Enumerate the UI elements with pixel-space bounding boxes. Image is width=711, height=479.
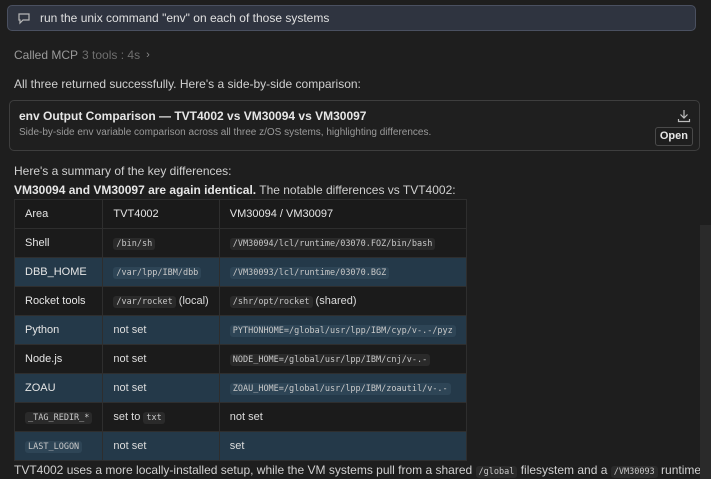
identical-bold: VM30094 and VM30097 are again identical.: [14, 183, 257, 197]
user-prompt[interactable]: run the unix command "env" on each of th…: [7, 5, 696, 31]
called-mcp-toggle[interactable]: Called MCP 3 tools : 4s ›: [14, 48, 150, 62]
code-value: /shr/opt/rocket: [229, 296, 313, 308]
cell-vm: /shr/opt/rocket (shared): [218, 286, 467, 316]
code-value: /VM30094/lcl/runtime/03070.FOZ/bin/bash: [229, 238, 436, 250]
cell-tvt: /var/lpp/IBM/dbb: [102, 257, 220, 287]
cell-area: Node.js: [13, 344, 104, 374]
cell-tvt: /bin/sh: [102, 228, 220, 258]
prompt-text: run the unix command "env" on each of th…: [40, 11, 330, 25]
header-area: Area: [13, 199, 104, 229]
chevron-right-icon: ›: [146, 49, 150, 61]
cell-tvt: /var/rocket (local): [102, 286, 220, 316]
code-value: LAST_LOGON: [25, 441, 83, 453]
code-value: ZOAU_HOME=/global/usr/lpp/IBM/zoautil/v-…: [229, 383, 451, 395]
cell-vm: NODE_HOME=/global/usr/lpp/IBM/cnj/v-.-: [218, 344, 467, 374]
cell-note: (local): [175, 295, 209, 307]
code-value: /bin/sh: [113, 238, 156, 250]
cell-tvt: not set: [102, 344, 220, 374]
cell-area: DBB_HOME: [13, 257, 104, 287]
cell-area: _TAG_REDIR_*: [13, 402, 104, 432]
open-button[interactable]: Open: [654, 127, 693, 146]
code-value: PYTHONHOME=/global/usr/lpp/IBM/cyp/v-.-/…: [229, 325, 456, 337]
table-row: Shell /bin/sh /VM30094/lcl/runtime/03070…: [13, 228, 467, 258]
download-icon[interactable]: [677, 109, 691, 123]
code-value: /var/lpp/IBM/dbb: [113, 267, 202, 279]
artifact-card[interactable]: env Output Comparison — TVT4002 vs VM300…: [9, 100, 700, 151]
intro-text: All three returned successfully. Here's …: [14, 77, 361, 91]
table-row: Python not set PYTHONHOME=/global/usr/lp…: [13, 315, 467, 345]
cell-tvt: not set: [102, 431, 220, 461]
cell-tvt: not set: [102, 315, 220, 345]
cell-vm: not set: [218, 402, 467, 432]
code-value: NODE_HOME=/global/usr/lpp/IBM/cnj/v-.-: [229, 354, 431, 366]
table-row: ZOAU not set ZOAU_HOME=/global/usr/lpp/I…: [13, 373, 467, 403]
code-value: /VM30093: [610, 466, 658, 478]
table-header: Area TVT4002 VM30094 / VM30097: [13, 199, 467, 229]
cell-vm: PYTHONHOME=/global/usr/lpp/IBM/cyp/v-.-/…: [218, 315, 467, 345]
cell-area: Rocket tools: [13, 286, 104, 316]
cell-area: Python: [13, 315, 104, 345]
code-value: /VM30093/lcl/runtime/03070.BGZ: [229, 267, 390, 279]
table-row: DBB_HOME /var/lpp/IBM/dbb /VM30093/lcl/r…: [13, 257, 467, 287]
cell-area: LAST_LOGON: [13, 431, 104, 461]
cell-prefix: set to: [113, 411, 144, 423]
summary-text: Here's a summary of the key differences:: [14, 164, 232, 178]
table-row: _TAG_REDIR_* set to txt not set: [13, 402, 467, 432]
header-tvt: TVT4002: [102, 199, 220, 229]
cell-vm: /VM30093/lcl/runtime/03070.BGZ: [218, 257, 467, 287]
cell-vm: ZOAU_HOME=/global/usr/lpp/IBM/zoautil/v-…: [218, 373, 467, 403]
cell-area: ZOAU: [13, 373, 104, 403]
identical-rest: The notable differences vs TVT4002:: [256, 183, 456, 197]
cell-tvt: not set: [102, 373, 220, 403]
artifact-title: env Output Comparison — TVT4002 vs VM300…: [19, 109, 367, 123]
cell-area: Shell: [13, 228, 104, 258]
cell-vm: /VM30094/lcl/runtime/03070.FOZ/bin/bash: [218, 228, 467, 258]
footer-part1: TVT4002 uses a more locally-installed se…: [14, 463, 476, 477]
message-icon: [18, 13, 30, 25]
code-value: txt: [143, 412, 165, 424]
code-value: /global: [475, 466, 518, 478]
table-row: Node.js not set NODE_HOME=/global/usr/lp…: [13, 344, 467, 374]
scrollbar[interactable]: [700, 225, 711, 479]
cell-vm: set: [218, 431, 467, 461]
artifact-description: Side-by-side env variable comparison acr…: [19, 127, 432, 138]
footer-text: TVT4002 uses a more locally-installed se…: [14, 463, 711, 478]
header-vm: VM30094 / VM30097: [218, 199, 467, 229]
called-label: Called MCP: [14, 48, 79, 62]
table-row: Rocket tools /var/rocket (local) /shr/op…: [13, 286, 467, 316]
identical-note: VM30094 and VM30097 are again identical.…: [14, 183, 456, 197]
cell-tvt: set to txt: [102, 402, 220, 432]
called-detail: 3 tools : 4s: [82, 48, 141, 62]
code-value: /var/rocket: [113, 296, 176, 308]
comparison-table: Area TVT4002 VM30094 / VM30097 Shell /bi…: [13, 199, 467, 461]
code-value: _TAG_REDIR_*: [25, 412, 93, 424]
cell-note: (shared): [312, 295, 357, 307]
footer-part2: filesystem and a: [517, 463, 611, 477]
table-row: LAST_LOGON not set set: [13, 431, 467, 461]
